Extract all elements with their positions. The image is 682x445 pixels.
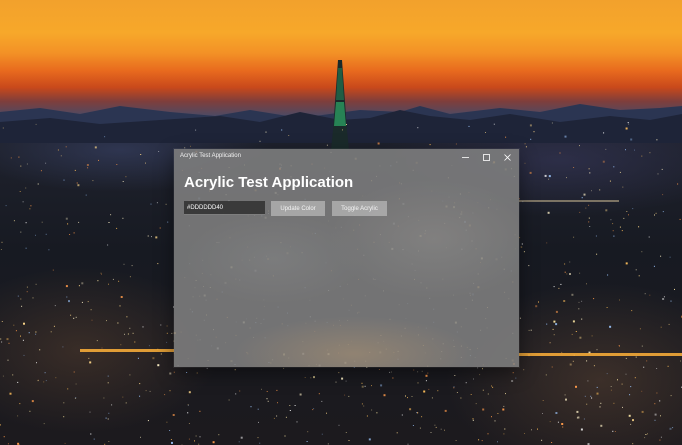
close-icon (504, 154, 511, 161)
close-button[interactable] (497, 149, 518, 166)
app-window: Acrylic Test Application Acrylic Test Ap… (174, 149, 519, 367)
minimize-button[interactable] (455, 149, 476, 166)
maximize-icon (483, 154, 490, 161)
page-title: Acrylic Test Application (184, 174, 354, 191)
minimize-icon (462, 154, 469, 161)
title-bar[interactable]: Acrylic Test Application (174, 149, 519, 166)
toggle-acrylic-button[interactable]: Toggle Acrylic (332, 201, 387, 216)
desktop: Acrylic Test Application Acrylic Test Ap… (0, 0, 682, 445)
maximize-button[interactable] (476, 149, 497, 166)
color-input[interactable] (184, 201, 265, 215)
update-color-button[interactable]: Update Color (271, 201, 325, 216)
window-title: Acrylic Test Application (180, 153, 241, 159)
